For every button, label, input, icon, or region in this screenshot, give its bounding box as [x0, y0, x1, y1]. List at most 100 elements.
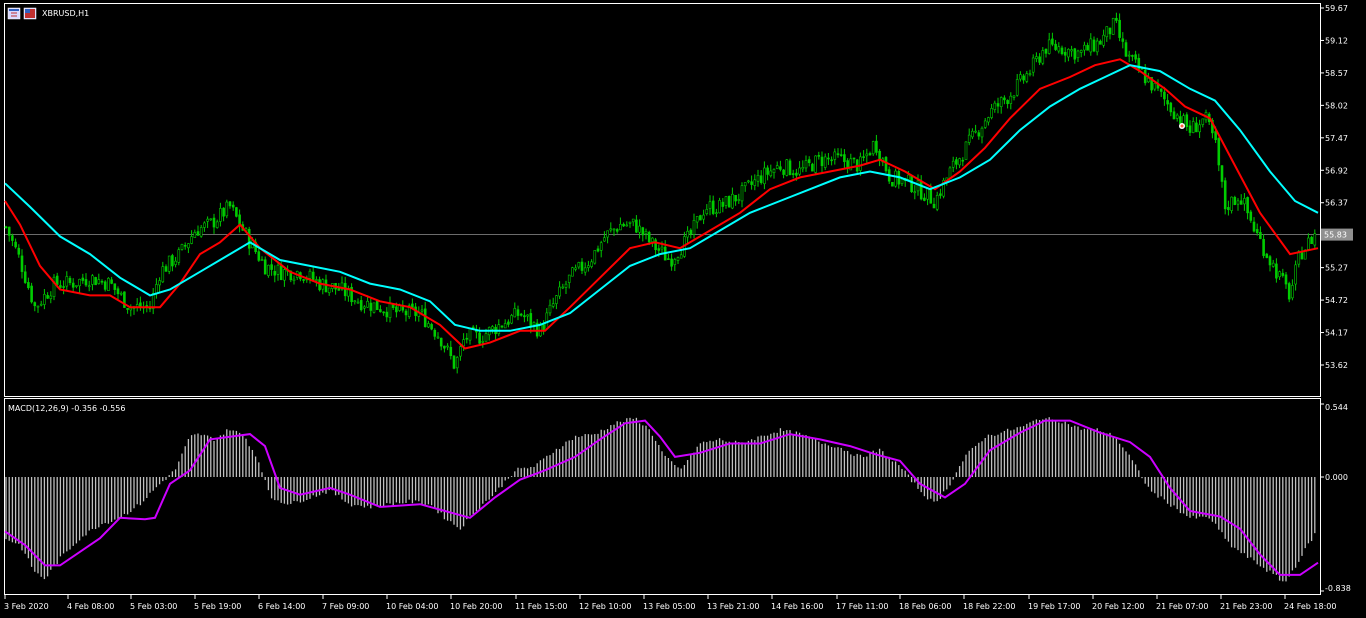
candle-body [270, 264, 273, 270]
candle-body [71, 282, 75, 288]
candle-body [900, 178, 904, 184]
candle-body [545, 312, 549, 330]
candle-body [196, 231, 200, 236]
candle-body [686, 230, 689, 238]
candle-body [484, 333, 488, 342]
cyan-ma-line [4, 64, 1319, 332]
candle-body [222, 207, 225, 217]
candle-body [702, 214, 705, 220]
candle-body [1073, 48, 1077, 60]
candle-body [379, 309, 382, 313]
candle-body [654, 239, 657, 251]
candle-body [36, 305, 40, 308]
candle-body [551, 303, 555, 307]
candle-body [462, 339, 465, 347]
candle-body [859, 156, 862, 171]
candle-body [587, 265, 590, 269]
candle-body [740, 185, 744, 202]
candle-body [1307, 237, 1310, 250]
candle-body [481, 341, 485, 343]
candle-body [11, 235, 14, 241]
candle-body [1063, 51, 1067, 56]
price-axis-label: 54.17 [1325, 329, 1348, 338]
chart-window-icon[interactable] [7, 7, 21, 20]
candle-body [916, 180, 920, 192]
candle-body [836, 153, 840, 156]
candle-body [635, 219, 638, 233]
candle-body [689, 229, 693, 235]
candle-body [948, 167, 952, 179]
candle-body [743, 182, 747, 187]
candle-body [1201, 118, 1205, 125]
candle-body [865, 153, 869, 157]
candle-body [1038, 56, 1041, 63]
candle-body [638, 225, 641, 233]
candle-body [647, 232, 651, 243]
candle-body [622, 223, 625, 227]
candle-body [478, 332, 481, 344]
candle-body [1131, 55, 1134, 57]
candle-body [1291, 285, 1294, 299]
candle-body [1223, 180, 1227, 210]
candle-body [715, 212, 718, 214]
candle-body [81, 277, 85, 281]
candle-body [782, 169, 785, 175]
candle-body [65, 276, 69, 287]
candle-body [1259, 231, 1262, 239]
candle-body [779, 166, 782, 170]
candle-body [1092, 39, 1096, 52]
trading-chart[interactable]: 59.67 59.12 58.57 58.02 57.47 56.92 56.37 55.27… [0, 0, 1366, 618]
candle-body [807, 159, 811, 164]
candle-body [1294, 264, 1297, 285]
candle-body [1086, 45, 1089, 51]
price-axis-label: 55.27 [1325, 264, 1348, 273]
candle-body [302, 279, 305, 281]
candle-body [657, 248, 661, 251]
candle-body [113, 283, 117, 290]
candle-body [1022, 75, 1025, 81]
candle-body [599, 242, 603, 251]
candle-body [516, 309, 520, 316]
candle-body [727, 195, 731, 208]
candle-body [673, 259, 677, 265]
candle-body [1268, 256, 1272, 266]
candle-body [1239, 200, 1243, 205]
candle-body [721, 201, 725, 207]
candle-body [804, 160, 808, 169]
candle-body [929, 188, 933, 204]
candle-body [1249, 211, 1253, 221]
candle-body [167, 255, 171, 272]
candle-body [955, 159, 958, 165]
candle-body [612, 228, 616, 231]
candle-body [228, 201, 232, 207]
candle-body [97, 279, 101, 284]
candle-body [84, 279, 88, 286]
symbol-flag-icon [23, 7, 37, 20]
candle-body [964, 141, 968, 160]
candle-body [465, 337, 469, 340]
candle-body [593, 250, 597, 264]
candle-body [292, 278, 296, 281]
macd-histogram-group [5, 417, 1316, 582]
candle-body [1041, 50, 1045, 64]
candle-body [46, 295, 49, 299]
candle-body [155, 284, 158, 294]
candle-body [375, 300, 379, 311]
candle-body [337, 288, 341, 291]
candle-body [753, 179, 757, 186]
candle-body [580, 261, 584, 271]
candle-body [235, 207, 238, 217]
candle-body [923, 197, 926, 201]
candle-body [372, 302, 376, 313]
candle-body [27, 282, 30, 289]
candle-body [526, 314, 529, 317]
candle-body [1118, 19, 1121, 38]
candle-body [1169, 102, 1173, 113]
candle-body [817, 155, 821, 157]
candle-body [926, 187, 929, 200]
candle-body [868, 153, 872, 156]
candle-body [1262, 238, 1265, 256]
candle-body [279, 265, 283, 281]
candle-body [791, 173, 795, 175]
candle-body [449, 346, 453, 357]
